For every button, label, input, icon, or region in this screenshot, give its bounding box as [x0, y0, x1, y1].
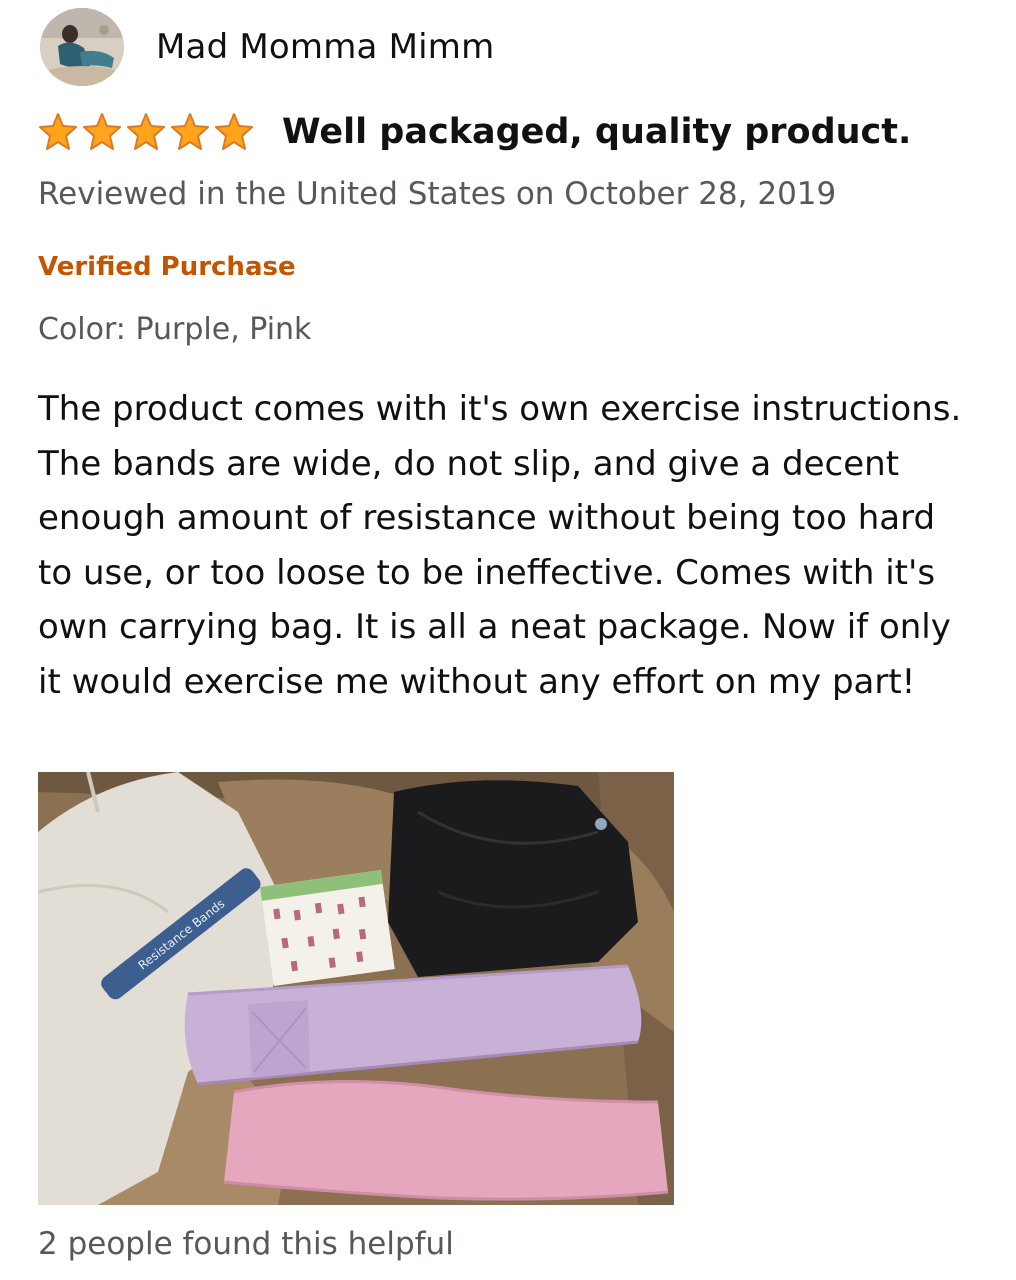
reviewer-profile[interactable]: Mad Momma Mimm — [40, 8, 494, 86]
star-icon — [39, 113, 77, 150]
star-icon — [83, 113, 121, 150]
review-date: Reviewed in the United States on October… — [38, 176, 837, 212]
avatar[interactable] — [40, 8, 124, 86]
star-icon — [127, 113, 165, 150]
product-variant[interactable]: Color: Purple, Pink — [38, 312, 311, 347]
user-avatar-photo — [40, 8, 124, 86]
star-rating[interactable] — [38, 112, 254, 152]
star-icon — [215, 113, 253, 150]
verified-purchase-badge: Verified Purchase — [38, 252, 296, 282]
helpful-count: 2 people found this helpful — [38, 1226, 454, 1262]
review-title[interactable]: Well packaged, quality product. — [282, 112, 911, 152]
review-body: The product comes with it's own exercise… — [38, 389, 962, 702]
star-icon — [171, 113, 209, 150]
resistance-bands-photo: Resistance Bands — [38, 772, 674, 1205]
reviewer-name[interactable]: Mad Momma Mimm — [156, 27, 494, 67]
rating-title-row: Well packaged, quality product. — [38, 104, 911, 160]
review-image[interactable]: Resistance Bands — [38, 772, 674, 1205]
